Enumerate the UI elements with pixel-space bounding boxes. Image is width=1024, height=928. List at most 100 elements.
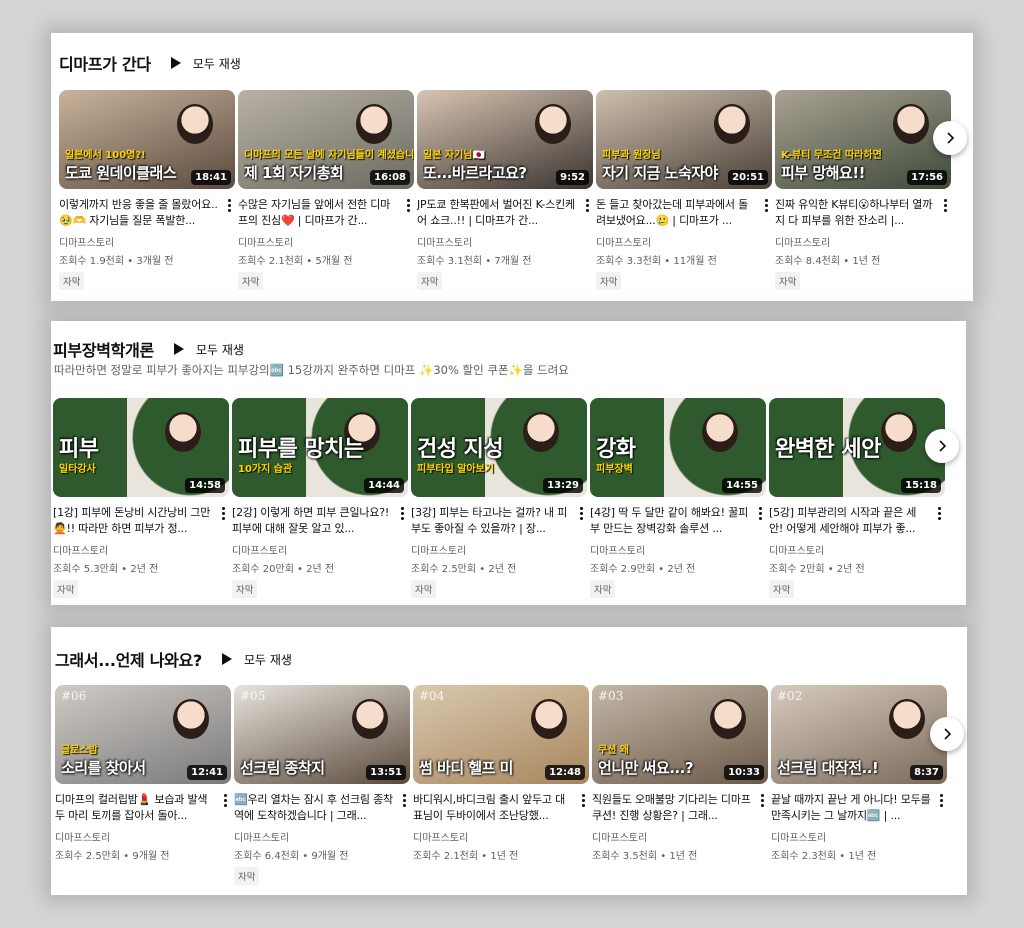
play-all-button[interactable]: 모두 재생 [171, 55, 241, 72]
video-title[interactable]: 돈 들고 찾아갔는데 피부과에서 돌려보냈어요...🥲 | 디마프가 ... [596, 197, 772, 229]
more-vert-icon[interactable] [939, 196, 951, 214]
video-thumbnail[interactable]: 일본에서 100명?!도쿄 원데이클래스18:41 [59, 90, 235, 189]
channel-name[interactable]: 디마프스토리 [771, 829, 947, 844]
video-meta: 조회수 2.5만회 • 9개월 전 [55, 847, 231, 862]
more-vert-icon[interactable] [223, 196, 235, 214]
more-vert-icon[interactable] [756, 791, 768, 809]
video-card[interactable]: 일본에서 100명?!도쿄 원데이클래스18:41 이렇게까지 반응 좋을 줄 몰… [59, 90, 235, 290]
video-title[interactable]: 직원들도 오매불망 기다리는 디마프 쿠션! 진행 상황은? | 그래... [592, 792, 768, 824]
channel-name[interactable]: 디마프스토리 [53, 542, 229, 557]
channel-name[interactable]: 디마프스토리 [417, 234, 593, 249]
video-thumbnail[interactable]: #06글로스밤소리를 찾아서12:41 [55, 685, 231, 784]
next-button[interactable] [933, 121, 967, 155]
video-thumbnail[interactable]: 일본 자기님🇯🇵또...바르라고요?9:52 [417, 90, 593, 189]
more-vert-icon[interactable] [398, 791, 410, 809]
video-thumbnail[interactable]: 피부과 원장님자기 지금 노숙자야20:51 [596, 90, 772, 189]
thumbnail-caption: 피부 [59, 431, 189, 463]
channel-name[interactable]: 디마프스토리 [59, 234, 235, 249]
channel-name[interactable]: 디마프스토리 [775, 234, 951, 249]
more-vert-icon[interactable] [217, 504, 229, 522]
video-card[interactable]: #02선크림 대작전..!8:37 끝날 때까지 끝난 게 아니다! 모두를 만족… [771, 685, 947, 885]
channel-name[interactable]: 디마프스토리 [769, 542, 945, 557]
episode-number: #05 [240, 689, 265, 703]
more-vert-icon[interactable] [933, 504, 945, 522]
video-thumbnail[interactable]: 일타강사피부14:58 [53, 398, 229, 497]
video-title[interactable]: 🔤우리 열차는 잠시 후 선크림 종착역에 도착하겠습니다 | 그래... [234, 792, 410, 824]
video-card[interactable]: 피부과 원장님자기 지금 노숙자야20:51 돈 들고 찾아갔는데 피부과에서 돌… [596, 90, 772, 290]
video-card[interactable]: 디마프의 모든 날에 자기님들이 계셨습니다제 1회 자기총회16:08 수많은 … [238, 90, 414, 290]
more-vert-icon[interactable] [575, 504, 587, 522]
channel-name[interactable]: 디마프스토리 [596, 234, 772, 249]
video-thumbnail[interactable]: 디마프의 모든 날에 자기님들이 계셨습니다제 1회 자기총회16:08 [238, 90, 414, 189]
video-card[interactable]: 일타강사피부14:58 [1강] 피부에 돈낭비 시간낭비 그만🙅!! 따라만 하… [53, 398, 229, 598]
video-thumbnail[interactable]: #03쿠션 왜언니만 써요...?10:33 [592, 685, 768, 784]
video-thumbnail[interactable]: 10가지 습관피부를 망치는14:44 [232, 398, 408, 497]
more-vert-icon[interactable] [581, 196, 593, 214]
channel-name[interactable]: 디마프스토리 [55, 829, 231, 844]
video-thumbnail[interactable]: #04썸 바디 헬프 미12:48 [413, 685, 589, 784]
video-card[interactable]: 10가지 습관피부를 망치는14:44 [2강] 이렇게 하면 피부 큰일나요?!… [232, 398, 408, 598]
video-title[interactable]: 진짜 유익한 K뷰티😮하나부터 열까지 다 피부를 위한 잔소리 |... [775, 197, 951, 229]
channel-name[interactable]: 디마프스토리 [592, 829, 768, 844]
shelf-title[interactable]: 피부장벽학개론 [53, 337, 154, 361]
video-title[interactable]: 바디워시,바디크림 출시 앞두고 대표님이 두바이에서 조난당했... [413, 792, 589, 824]
shelf-title[interactable]: 디마프가 간다 [59, 51, 151, 75]
video-title[interactable]: [2강] 이렇게 하면 피부 큰일나요?! 피부에 대해 잘못 알고 있... [232, 505, 408, 537]
video-card[interactable]: #05선크림 종착지13:51 🔤우리 열차는 잠시 후 선크림 종착역에 도착하… [234, 685, 410, 885]
channel-name[interactable]: 디마프스토리 [234, 829, 410, 844]
video-row: 일타강사피부14:58 [1강] 피부에 돈낭비 시간낭비 그만🙅!! 따라만 하… [53, 398, 945, 598]
chevron-right-icon [944, 132, 956, 144]
video-meta: 조회수 2.9만회 • 2년 전 [590, 560, 766, 575]
video-thumbnail[interactable]: #05선크림 종착지13:51 [234, 685, 410, 784]
channel-name[interactable]: 디마프스토리 [590, 542, 766, 557]
more-vert-icon[interactable] [754, 504, 766, 522]
video-card[interactable]: 완벽한 세안15:18 [5강] 피부관리의 시작과 끝은 세안! 어떻게 세안해… [769, 398, 945, 598]
video-card[interactable]: #03쿠션 왜언니만 써요...?10:33 직원들도 오매불망 기다리는 디마프… [592, 685, 768, 885]
video-meta: 조회수 3.1천회 • 7개월 전 [417, 252, 593, 267]
play-all-button[interactable]: 모두 재생 [222, 651, 292, 668]
video-card[interactable]: 피부타입 알아보기건성 지성13:29 [3강] 피부는 타고나는 걸까? 내 피… [411, 398, 587, 598]
video-title[interactable]: [3강] 피부는 타고나는 걸까? 내 피부도 좋아질 수 있을까? | 장..… [411, 505, 587, 537]
video-title[interactable]: 이렇게까지 반응 좋을 줄 몰랐어요..🥹🫶 자기님들 질문 폭발한... [59, 197, 235, 229]
more-vert-icon[interactable] [402, 196, 414, 214]
more-vert-icon[interactable] [219, 791, 231, 809]
video-meta: 조회수 20만회 • 2년 전 [232, 560, 408, 575]
play-all-button[interactable]: 모두 재생 [174, 341, 244, 358]
next-button[interactable] [925, 429, 959, 463]
video-thumbnail[interactable]: 피부장벽강화14:55 [590, 398, 766, 497]
more-vert-icon[interactable] [760, 196, 772, 214]
video-card[interactable]: #06글로스밤소리를 찾아서12:41 디마프의 컬러립밤💄 보습과 발색 두 마… [55, 685, 231, 885]
video-card[interactable]: 피부장벽강화14:55 [4강] 딱 두 달만 같이 해봐요! 꿀피부 만드는 장… [590, 398, 766, 598]
more-vert-icon[interactable] [577, 791, 589, 809]
more-vert-icon[interactable] [935, 791, 947, 809]
video-card[interactable]: #04썸 바디 헬프 미12:48 바디워시,바디크림 출시 앞두고 대표님이 두… [413, 685, 589, 885]
shelf-header: 피부장벽학개론 모두 재생 [53, 337, 244, 361]
more-vert-icon[interactable] [396, 504, 408, 522]
channel-name[interactable]: 디마프스토리 [413, 829, 589, 844]
person-figure [710, 699, 746, 739]
video-meta: 조회수 2.1천회 • 5개월 전 [238, 252, 414, 267]
thumbnail-caption: 언니만 써요...? [598, 757, 728, 778]
video-title[interactable]: 끝날 때까지 끝난 게 아니다! 모두를 만족시키는 그 날까지🔤 | ... [771, 792, 947, 824]
video-thumbnail[interactable]: 피부타입 알아보기건성 지성13:29 [411, 398, 587, 497]
video-thumbnail[interactable]: 완벽한 세안15:18 [769, 398, 945, 497]
video-title[interactable]: 수많은 자기님들 앞에서 전한 디마프의 진심❤️ | 디마프가 간... [238, 197, 414, 229]
video-title[interactable]: [1강] 피부에 돈낭비 시간낭비 그만🙅!! 따라만 하면 피부가 정... [53, 505, 229, 537]
thumbnail-caption: 피부를 망치는 [238, 431, 368, 463]
video-title[interactable]: 디마프의 컬러립밤💄 보습과 발색 두 마리 토끼를 잡아서 돌아... [55, 792, 231, 824]
video-card[interactable]: K-뷰티 무조건 따라하면피부 망해요!!17:56 진짜 유익한 K뷰티😮하나부… [775, 90, 951, 290]
video-thumbnail[interactable]: #02선크림 대작전..!8:37 [771, 685, 947, 784]
video-meta: 조회수 1.9천회 • 3개월 전 [59, 252, 235, 267]
shelf-title[interactable]: 그래서...언제 나와요? [55, 647, 202, 671]
channel-name[interactable]: 디마프스토리 [411, 542, 587, 557]
play-all-label: 모두 재생 [193, 55, 241, 72]
video-card[interactable]: 일본 자기님🇯🇵또...바르라고요?9:52 JP도쿄 한복판에서 벌어진 K-스… [417, 90, 593, 290]
play-icon [222, 653, 232, 665]
video-title[interactable]: JP도쿄 한복판에서 벌어진 K-스킨케어 쇼크..!! | 디마프가 간... [417, 197, 593, 229]
video-thumbnail[interactable]: K-뷰티 무조건 따라하면피부 망해요!!17:56 [775, 90, 951, 189]
video-title[interactable]: [4강] 딱 두 달만 같이 해봐요! 꿀피부 만드는 장벽강화 솔루션 ... [590, 505, 766, 537]
video-title[interactable]: [5강] 피부관리의 시작과 끝은 세안! 어떻게 세안해야 피부가 좋... [769, 505, 945, 537]
next-button[interactable] [930, 717, 964, 751]
channel-name[interactable]: 디마프스토리 [238, 234, 414, 249]
channel-name[interactable]: 디마프스토리 [232, 542, 408, 557]
